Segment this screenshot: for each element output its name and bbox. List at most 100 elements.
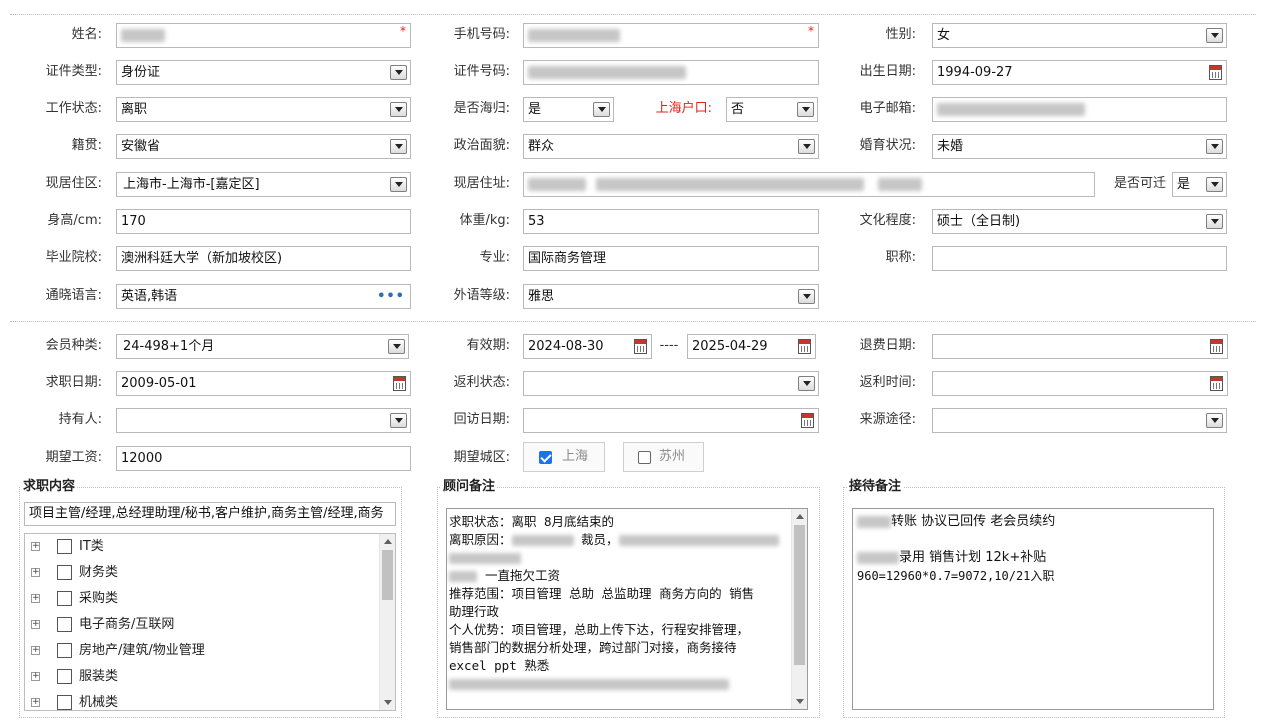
job-search-date-field[interactable]: 2009-05-01 (116, 371, 411, 396)
chevron-down-icon[interactable] (1206, 177, 1223, 192)
residence-area-select[interactable]: 上海市-上海市-[嘉定区] (116, 172, 411, 197)
chevron-down-icon[interactable] (798, 289, 815, 304)
checkbox-icon[interactable] (57, 669, 72, 684)
education-select[interactable]: 硕士（全日制) (932, 209, 1227, 234)
valid-start-field[interactable]: 2024-08-30 (523, 334, 652, 359)
job-content-summary-field[interactable]: 项目主管/经理,总经理助理/秘书,客户维护,商务主管/经理,商务 (24, 502, 396, 526)
scroll-up-icon[interactable] (795, 514, 804, 519)
expand-icon[interactable]: + (31, 542, 40, 551)
chevron-down-icon[interactable] (390, 413, 407, 428)
chevron-down-icon[interactable] (798, 376, 815, 391)
notes-scrollbar[interactable] (791, 509, 807, 709)
refund-date-field[interactable] (932, 334, 1228, 359)
tree-item[interactable]: + 财务类 (25, 560, 379, 586)
source-select[interactable] (932, 408, 1227, 433)
checkbox-icon[interactable] (57, 643, 72, 658)
scroll-down-icon[interactable] (383, 700, 392, 705)
calendar-icon[interactable] (393, 376, 406, 391)
chevron-down-icon[interactable] (390, 102, 407, 117)
chevron-down-icon[interactable] (388, 339, 405, 354)
title-field[interactable] (932, 246, 1227, 271)
chevron-down-icon[interactable] (798, 139, 815, 154)
scrollbar-thumb[interactable] (382, 550, 393, 600)
major-label: 专业: (479, 250, 510, 265)
marital-status-select[interactable]: 未婚 (932, 134, 1227, 159)
checkbox-checked-icon[interactable] (539, 451, 552, 464)
language-level-select[interactable]: 雅思 (523, 284, 819, 309)
native-place-select[interactable]: 安徽省 (116, 134, 411, 159)
chevron-down-icon[interactable] (593, 102, 610, 117)
chevron-down-icon[interactable] (390, 139, 407, 154)
chevron-down-icon[interactable] (1206, 214, 1223, 229)
scrollbar-thumb[interactable] (794, 525, 805, 665)
rebate-time-field[interactable] (932, 371, 1228, 396)
member-type-value: 24-498+1个月 (123, 339, 215, 354)
weight-field[interactable]: 53 (523, 209, 819, 234)
school-field[interactable]: 澳洲科廷大学（新加坡校区) (116, 246, 411, 271)
id-number-field[interactable] (523, 60, 819, 85)
relocatable-select[interactable]: 是 (1172, 172, 1227, 197)
checkbox-icon[interactable] (57, 539, 72, 554)
calendar-icon[interactable] (1210, 376, 1223, 391)
tree-item[interactable]: + 电子商务/互联网 (25, 612, 379, 638)
calendar-icon[interactable] (1209, 65, 1222, 80)
more-options-icon[interactable]: ••• (377, 285, 405, 308)
expand-icon[interactable]: + (31, 568, 40, 577)
tree-item[interactable]: + 采购类 (25, 586, 379, 612)
shanghai-hukou-select[interactable]: 否 (726, 97, 818, 122)
calendar-icon[interactable] (634, 339, 647, 354)
chevron-down-icon[interactable] (390, 65, 407, 80)
returnee-select[interactable]: 是 (523, 97, 614, 122)
rebate-status-select[interactable] (523, 371, 819, 396)
scroll-up-icon[interactable] (383, 539, 392, 544)
shanghai-hukou-value: 否 (731, 102, 745, 117)
chevron-down-icon[interactable] (1206, 139, 1223, 154)
chevron-down-icon[interactable] (390, 177, 407, 192)
tree-item[interactable]: + 机械类 (25, 690, 379, 710)
expected-salary-field[interactable]: 12000 (116, 446, 411, 471)
languages-field[interactable]: 英语,韩语 ••• (116, 284, 411, 309)
birth-date-field[interactable]: 1994-09-27 (932, 60, 1227, 85)
chevron-down-icon[interactable] (1206, 413, 1223, 428)
name-field[interactable]: * (116, 23, 411, 48)
calendar-icon[interactable] (798, 339, 811, 354)
checkbox-icon[interactable] (57, 565, 72, 580)
city-option-suzhou[interactable]: 苏州 (623, 442, 704, 472)
city-option-shanghai[interactable]: 上海 (523, 442, 605, 472)
tree-scrollbar[interactable] (379, 534, 395, 710)
tree-item[interactable]: + IT类 (25, 534, 379, 560)
gender-select[interactable]: 女 (932, 23, 1227, 48)
education-value: 硕士（全日制) (937, 214, 1021, 229)
calendar-icon[interactable] (1210, 339, 1223, 354)
checkbox-icon[interactable] (57, 617, 72, 632)
member-type-select[interactable]: 24-498+1个月 (116, 334, 409, 359)
valid-end-field[interactable]: 2025-04-29 (687, 334, 816, 359)
tree-item[interactable]: + 服装类 (25, 664, 379, 690)
expand-icon[interactable]: + (31, 620, 40, 629)
checkbox-icon[interactable] (57, 695, 72, 710)
holder-select[interactable] (116, 408, 411, 433)
followup-date-field[interactable] (523, 408, 819, 433)
reception-notes-textarea[interactable]: 转账 协议已回传 老会员续约 录用 销售计划 12k+补贴 960=12960*… (852, 508, 1214, 710)
email-field[interactable] (932, 97, 1227, 122)
birth-date-value: 1994-09-27 (937, 65, 1013, 80)
expand-icon[interactable]: + (31, 646, 40, 655)
id-type-select[interactable]: 身份证 (116, 60, 411, 85)
calendar-icon[interactable] (801, 413, 814, 428)
advisor-notes-textarea[interactable]: 求职状态：离职 8月底结束的 离职原因： 裁员， 一直拖欠工资 推荐范围：项目管… (446, 508, 808, 710)
expand-icon[interactable]: + (31, 594, 40, 603)
phone-field[interactable]: * (523, 23, 819, 48)
chevron-down-icon[interactable] (1206, 28, 1223, 43)
height-field[interactable]: 170 (116, 209, 411, 234)
checkbox-icon[interactable] (57, 591, 72, 606)
scroll-down-icon[interactable] (795, 699, 804, 704)
tree-item[interactable]: + 房地产/建筑/物业管理 (25, 638, 379, 664)
political-status-select[interactable]: 群众 (523, 134, 819, 159)
checkbox-icon[interactable] (638, 451, 651, 464)
work-status-select[interactable]: 离职 (116, 97, 411, 122)
major-field[interactable]: 国际商务管理 (523, 246, 819, 271)
expand-icon[interactable]: + (31, 698, 40, 707)
residence-address-field[interactable] (523, 172, 1095, 197)
chevron-down-icon[interactable] (797, 102, 814, 117)
expand-icon[interactable]: + (31, 672, 40, 681)
